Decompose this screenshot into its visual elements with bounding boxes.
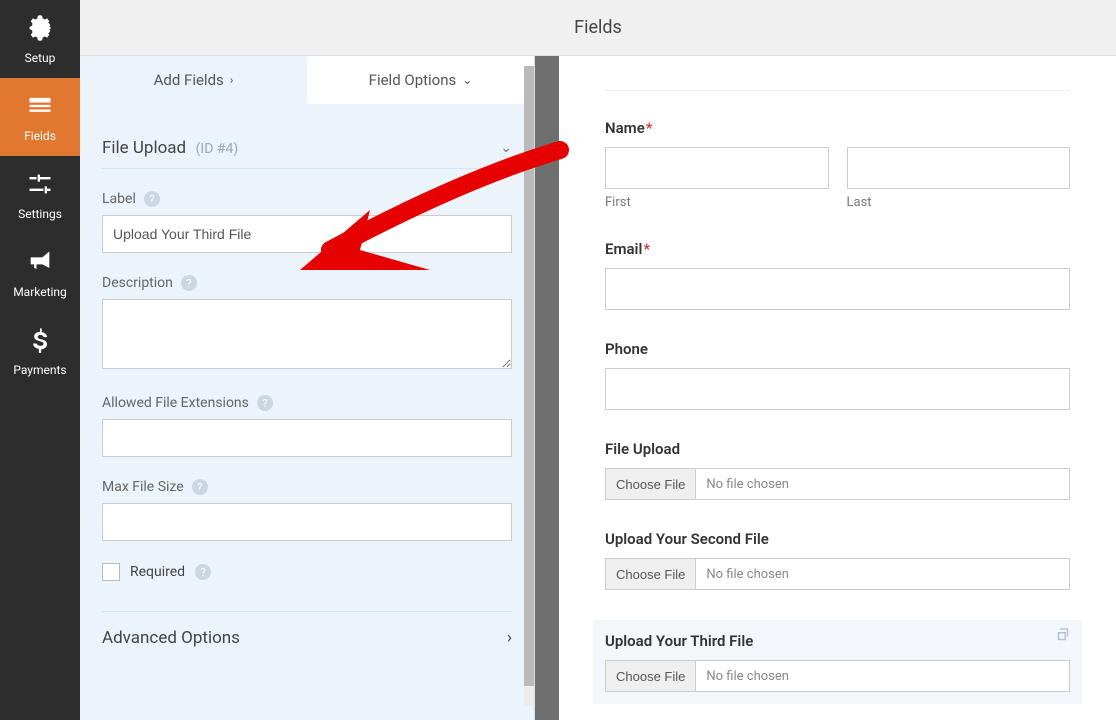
file-status: No file chosen [696, 477, 799, 492]
last-name-input[interactable] [847, 147, 1071, 189]
sidebar-item-fields[interactable]: Fields [0, 78, 80, 156]
sidebar-label: Settings [18, 207, 62, 221]
help-icon[interactable]: ? [144, 191, 160, 207]
help-icon[interactable]: ? [181, 275, 197, 291]
gear-icon [26, 14, 54, 45]
page-title: Fields [574, 17, 622, 38]
sidebar-label: Setup [25, 51, 56, 65]
required-asterisk: * [643, 240, 650, 258]
phone-label: Phone [605, 340, 648, 358]
preview-pane: Name* First Last Email* [559, 56, 1116, 720]
required-label: Required [130, 564, 185, 580]
form-icon [26, 92, 54, 123]
description-input[interactable] [102, 299, 512, 369]
description-label: Description [102, 275, 173, 291]
advanced-label: Advanced Options [102, 628, 240, 648]
max-size-input[interactable] [102, 503, 512, 541]
sidebar-label: Fields [24, 129, 56, 143]
tab-add-fields[interactable]: Add Fields › [80, 56, 307, 104]
required-asterisk: * [646, 119, 653, 137]
preview-upload-3[interactable]: Upload Your Third File Choose File No fi… [593, 620, 1082, 704]
help-icon[interactable]: ? [257, 395, 273, 411]
file-status: No file chosen [696, 669, 799, 684]
chevron-right-icon: › [230, 73, 234, 87]
upload3-label: Upload Your Third File [605, 632, 753, 650]
upload1-label: File Upload [605, 440, 680, 458]
sidebar-item-settings[interactable]: Settings [0, 156, 80, 234]
allowed-ext-input[interactable] [102, 419, 512, 457]
email-label: Email [605, 240, 642, 258]
section-id: (ID #4) [196, 141, 239, 157]
help-icon[interactable]: ? [192, 479, 208, 495]
scrollbar-thumb[interactable] [524, 66, 534, 686]
preview-email-field[interactable]: Email* [605, 240, 1070, 310]
label-label: Label [102, 191, 136, 207]
tab-field-options[interactable]: Field Options ⌄ [307, 56, 534, 104]
sidebar-item-payments[interactable]: Payments [0, 312, 80, 390]
first-name-input[interactable] [605, 147, 829, 189]
file-status: No file chosen [696, 567, 799, 582]
advanced-options-toggle[interactable]: Advanced Options › [102, 611, 512, 664]
left-panel: Add Fields › Field Options ⌄ File Upload… [80, 56, 535, 720]
first-sublabel: First [605, 195, 829, 210]
topbar: Fields [80, 0, 1116, 56]
divider [605, 90, 1070, 91]
sliders-icon [26, 170, 54, 201]
help-icon[interactable]: ? [195, 564, 211, 580]
allowed-ext-label: Allowed File Extensions [102, 395, 249, 411]
chevron-right-icon: › [507, 628, 512, 648]
tab-label: Add Fields [154, 71, 224, 89]
dollar-icon [26, 326, 54, 357]
name-label: Name [605, 119, 645, 137]
sidebar: Setup Fields Settings Marketing Payments [0, 0, 80, 720]
choose-file-button[interactable]: Choose File [606, 559, 696, 589]
email-input[interactable] [605, 268, 1070, 310]
preview-upload-2[interactable]: Upload Your Second File Choose File No f… [605, 530, 1070, 590]
sidebar-label: Marketing [13, 285, 67, 299]
last-sublabel: Last [847, 195, 1071, 210]
preview-name-field[interactable]: Name* First Last [605, 119, 1070, 210]
choose-file-button[interactable]: Choose File [606, 661, 696, 691]
max-size-label: Max File Size [102, 479, 184, 495]
choose-file-button[interactable]: Choose File [606, 469, 696, 499]
chevron-down-icon[interactable]: ⌄ [500, 140, 512, 156]
preview-phone-field[interactable]: Phone [605, 340, 1070, 410]
tab-label: Field Options [369, 71, 457, 89]
duplicate-icon[interactable] [1054, 626, 1072, 644]
required-checkbox[interactable] [102, 563, 120, 581]
phone-input[interactable] [605, 368, 1070, 410]
label-input[interactable] [102, 215, 512, 253]
section-title: File Upload [102, 138, 186, 158]
sidebar-item-marketing[interactable]: Marketing [0, 234, 80, 312]
preview-upload-1[interactable]: File Upload Choose File No file chosen [605, 440, 1070, 500]
panel-divider [535, 56, 559, 720]
section-header[interactable]: File Upload (ID #4) ⌄ [102, 124, 512, 169]
bullhorn-icon [26, 248, 54, 279]
upload2-label: Upload Your Second File [605, 530, 769, 548]
sidebar-item-setup[interactable]: Setup [0, 0, 80, 78]
sidebar-label: Payments [13, 363, 66, 377]
chevron-down-icon: ⌄ [462, 73, 472, 87]
